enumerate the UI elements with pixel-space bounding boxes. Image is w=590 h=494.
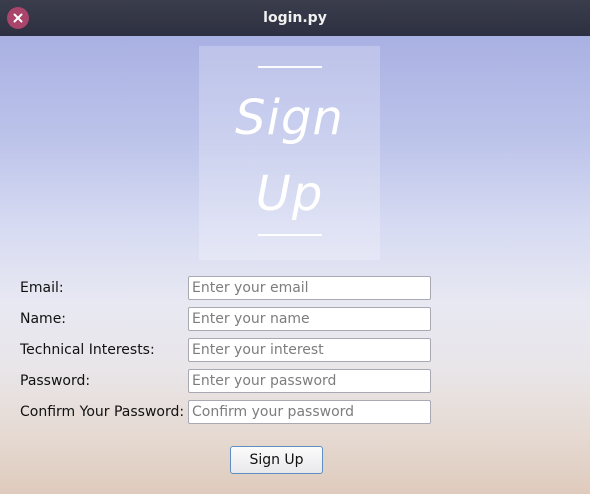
title-bar: login.py: [0, 0, 590, 36]
logo-top-rule: [258, 66, 322, 68]
sign-up-button[interactable]: Sign Up: [230, 446, 323, 474]
technical-interests-input[interactable]: [188, 338, 431, 362]
window-title: login.py: [263, 10, 327, 26]
close-button[interactable]: [7, 7, 29, 29]
sign-up-logo: Sign Up: [199, 46, 380, 260]
confirm-password-input[interactable]: [188, 400, 431, 424]
name-label: Name:: [20, 311, 67, 327]
password-label: Password:: [20, 373, 91, 389]
logo-word-up: Up: [255, 166, 324, 222]
password-input[interactable]: [188, 369, 431, 393]
app-window: login.py Sign Up Email: Name: Technical …: [0, 0, 590, 494]
signup-panel: Sign Up Email: Name: Technical Interests…: [0, 36, 590, 494]
email-label: Email:: [20, 280, 64, 296]
confirm-password-label: Confirm Your Password:: [20, 404, 185, 420]
close-icon: [13, 13, 23, 23]
email-input[interactable]: [188, 276, 431, 300]
name-input[interactable]: [188, 307, 431, 331]
logo-word-sign: Sign: [235, 90, 344, 146]
logo-bottom-rule: [258, 234, 322, 236]
technical-interests-label: Technical Interests:: [20, 342, 155, 358]
